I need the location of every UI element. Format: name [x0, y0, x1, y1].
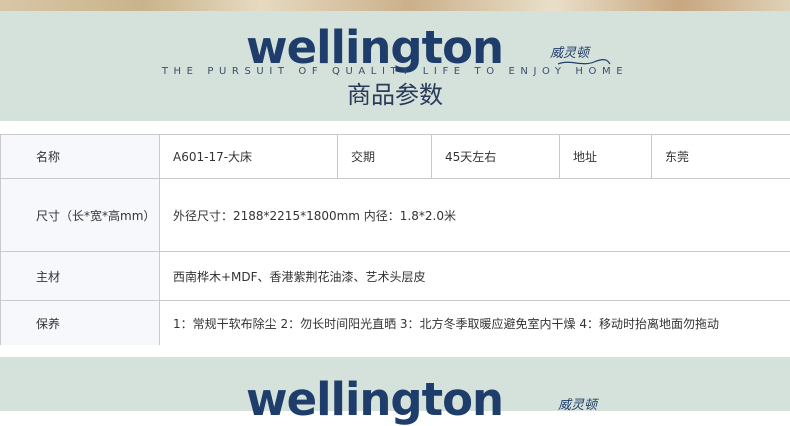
- delivery-label: 交期: [338, 135, 432, 179]
- table-row: 名称 A601-17-大床 交期 45天左右 地址 东莞: [1, 135, 790, 179]
- size-value: 外径尺寸：2188*2215*1800mm 内径：1.8*2.0米: [160, 179, 790, 252]
- material-label: 主材: [1, 252, 160, 301]
- size-label: 尺寸（长*宽*高mm）: [1, 179, 160, 252]
- care-value: 1：常规干软布除尘 2：勿长时间阳光直晒 3：北方冬季取暖应避免室内干燥 4：移…: [160, 301, 790, 347]
- address-value: 东莞: [652, 135, 790, 179]
- brand-banner-bottom: wellington 威灵顿: [0, 357, 790, 411]
- section-divider: [0, 345, 790, 357]
- table-row: 主材 西南桦木+MDF、香港紫荆花油漆、艺术头层皮: [1, 252, 790, 301]
- top-product-photo-strip: [0, 0, 790, 11]
- table-row: 保养 1：常规干软布除尘 2：勿长时间阳光直晒 3：北方冬季取暖应避免室内干燥 …: [1, 301, 790, 347]
- section-title: 商品参数: [0, 83, 790, 107]
- brand-chinese-name: 威灵顿: [558, 399, 597, 412]
- brand-wordmark: wellington: [246, 25, 503, 70]
- delivery-value: 45天左右: [432, 135, 560, 179]
- brand-banner: wellington 威灵顿 THE PURSUIT OF QUALITY LI…: [0, 11, 790, 121]
- address-label: 地址: [560, 135, 652, 179]
- brand-wordmark: wellington: [246, 377, 503, 422]
- care-label: 保养: [1, 301, 160, 347]
- product-params-table: 名称 A601-17-大床 交期 45天左右 地址 东莞 尺寸（长*宽*高mm）…: [0, 134, 790, 347]
- table-row: 尺寸（长*宽*高mm） 外径尺寸：2188*2215*1800mm 内径：1.8…: [1, 179, 790, 252]
- brand-tagline: THE PURSUIT OF QUALITY LIFE TO ENJOY HOM…: [0, 67, 790, 77]
- name-label: 名称: [1, 135, 160, 179]
- material-value: 西南桦木+MDF、香港紫荆花油漆、艺术头层皮: [160, 252, 790, 301]
- name-value: A601-17-大床: [160, 135, 338, 179]
